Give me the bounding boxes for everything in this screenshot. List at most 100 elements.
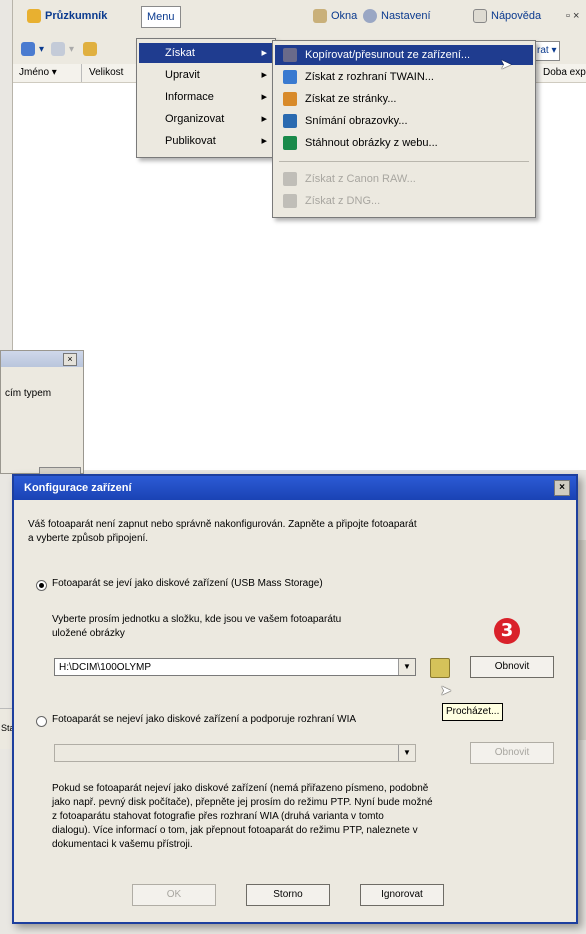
help-label: Nápověda (491, 10, 542, 22)
forward-button[interactable]: ▾ (51, 41, 74, 59)
back-arrow-icon (21, 42, 35, 57)
screen-icon (283, 114, 297, 128)
device-config-dialog: Konfigurace zařízení × Váš fotoaparát ne… (12, 474, 578, 924)
menu-item-label: Organizovat (165, 113, 225, 125)
submenu-item-label: Snímání obrazovky... (305, 115, 408, 127)
camera-icon (283, 48, 297, 62)
refresh-wia-button: Obnovit (470, 742, 554, 764)
submenu-arrow-icon: ▸ (261, 113, 267, 125)
menu-item-upravit[interactable]: Upravit ▸ (139, 65, 273, 85)
submenu-item-label: Získat z rozhraní TWAIN... (305, 71, 434, 83)
view-select[interactable]: rat ▾ (533, 41, 561, 61)
windows-icon (313, 9, 327, 24)
gear-icon (363, 9, 377, 24)
submenu-item-label: Stáhnout obrázky z webu... (305, 137, 438, 149)
intro-text-line2: a vyberte způsob připojení. (28, 533, 149, 544)
menu-button[interactable]: Menu (141, 6, 181, 28)
scanner-icon (283, 70, 297, 84)
close-icon[interactable]: × (554, 480, 570, 496)
background-dialog-text: cím typem (5, 388, 52, 399)
column-exposure[interactable]: Doba exp (537, 64, 586, 82)
refresh-button[interactable]: Obnovit (470, 656, 554, 678)
help-icon (473, 9, 487, 24)
folder-icon (27, 9, 41, 24)
forward-arrow-icon (51, 42, 65, 57)
mouse-cursor-icon: ➤ (500, 56, 512, 72)
info-line: Pokud se fotoaparát nejeví jako diskové … (52, 783, 429, 794)
chevron-down-icon[interactable]: ▼ (398, 659, 415, 675)
app-label: Průzkumník (45, 10, 108, 22)
submenu-ziskat: Kopírovat/přesunout ze zařízení... Získa… (272, 40, 536, 218)
path-select-value: H:\DCIM\100OLYMP (59, 662, 152, 673)
window-controls[interactable]: ▫ × (566, 6, 579, 26)
mass-storage-hint-line1: Vyberte prosím jednotku a složku, kde js… (52, 614, 342, 625)
submenu-item-canon-raw: Získat z Canon RAW... (275, 169, 533, 189)
up-button[interactable] (83, 41, 101, 59)
wia-device-select: ▼ (54, 744, 416, 762)
column-name-label: Jméno (19, 67, 50, 78)
close-icon[interactable]: × (63, 353, 77, 366)
submenu-item-label: Získat z Canon RAW... (305, 173, 416, 185)
submenu-arrow-icon: ▸ (261, 47, 267, 59)
radio-mass-storage[interactable] (36, 580, 47, 591)
submenu-item-label: Kopírovat/přesunout ze zařízení... (305, 49, 471, 61)
page-icon (283, 92, 297, 106)
menu-item-informace[interactable]: Informace ▸ (139, 87, 273, 107)
menu-separator (279, 161, 529, 162)
windows-label: Okna (331, 10, 358, 22)
menu-dropdown: Získat ▸ Upravit ▸ Informace ▸ Organizovat ▸… (136, 38, 276, 158)
column-name[interactable]: Jméno ▾ (13, 64, 82, 82)
dialog-title: Konfigurace zařízení (24, 482, 132, 494)
globe-icon (283, 136, 297, 150)
menu-item-organizovat[interactable]: Organizovat ▸ (139, 109, 273, 129)
browse-tooltip: Procházet... (442, 703, 504, 721)
settings-label: Nastavení (381, 10, 431, 22)
submenu-arrow-icon: ▸ (261, 69, 267, 81)
chevron-down-icon: ▼ (398, 745, 415, 761)
background-dialog: × cím typem (0, 350, 84, 475)
submenu-item-dng: Získat z DNG... (275, 191, 533, 211)
dialog-titlebar: Konfigurace zařízení × (14, 476, 576, 500)
menu-item-ziskat[interactable]: Získat ▸ (139, 43, 273, 63)
intro-text-line1: Váš fotoaparát není zapnut nebo správně … (28, 519, 417, 530)
submenu-item-download-web[interactable]: Stáhnout obrázky z webu... (275, 133, 533, 153)
info-line: jako např. pevný disk počítače), přepnět… (52, 797, 433, 808)
cancel-button[interactable]: Storno (246, 884, 330, 906)
ignore-button[interactable]: Ignorovat (360, 884, 444, 906)
up-folder-icon (83, 42, 97, 57)
column-exposure-label: Doba exp (543, 67, 586, 78)
column-size[interactable]: Velikost (83, 64, 138, 82)
mouse-cursor-icon: ➤ (440, 682, 452, 698)
info-line: dokumentaci k vašemu přístroji. (52, 839, 193, 850)
submenu-item-twain[interactable]: Získat z rozhraní TWAIN... (275, 67, 533, 87)
menu-item-label: Upravit (165, 69, 200, 81)
browse-folder-icon[interactable] (430, 658, 450, 678)
radio-mass-storage-label[interactable]: Fotoaparát se jeví jako diskové zařízení… (52, 577, 323, 591)
back-button[interactable]: ▾ (21, 41, 44, 59)
radio-wia[interactable] (36, 716, 47, 727)
submenu-item-copy-from-device[interactable]: Kopírovat/přesunout ze zařízení... (275, 45, 533, 65)
menu-item-label: Informace (165, 91, 214, 103)
menu-item-label: Publikovat (165, 135, 216, 147)
radio-wia-label[interactable]: Fotoaparát se nejeví jako diskové zaříze… (52, 713, 356, 727)
submenu-item-screen-capture[interactable]: Snímání obrazovky... (275, 111, 533, 131)
submenu-item-from-page[interactable]: Získat ze stránky... (275, 89, 533, 109)
menu-item-publikovat[interactable]: Publikovat ▸ (139, 131, 273, 151)
menu-bar: Průzkumník Menu Okna Nastavení Nápověda … (13, 0, 586, 37)
dng-icon (283, 194, 297, 208)
view-select-label: rat (537, 45, 549, 56)
settings-button[interactable]: Nastavení (363, 6, 431, 26)
help-button[interactable]: Nápověda (473, 6, 541, 26)
app-button[interactable]: Průzkumník (27, 6, 107, 26)
submenu-arrow-icon: ▸ (261, 91, 267, 103)
menu-item-label: Získat (165, 47, 195, 59)
info-line: dialogu). Více informací o tom, jak přep… (52, 825, 418, 836)
submenu-arrow-icon: ▸ (261, 135, 267, 147)
ok-button: OK (132, 884, 216, 906)
step-number-badge: 3 (494, 618, 520, 644)
mass-storage-hint-line2: uložené obrázky (52, 628, 125, 639)
submenu-item-label: Získat ze stránky... (305, 93, 397, 105)
path-select[interactable]: H:\DCIM\100OLYMP ▼ (54, 658, 416, 676)
windows-button[interactable]: Okna (313, 6, 357, 26)
info-line: z fotoaparátu stahovat fotografie přes r… (52, 811, 384, 822)
